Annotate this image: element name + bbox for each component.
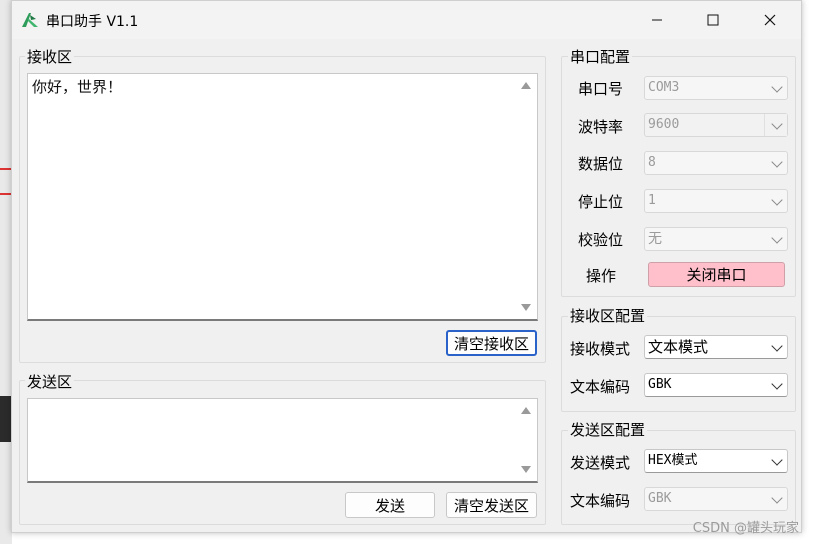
send-mode-value: HEX模式 [648,453,698,468]
chevron-down-icon [771,378,783,390]
app-window: 串口助手 V1.1 接收区 你好，世界！ 清空接收区 发送区 发送 清空发送区 … [11,0,802,533]
receive-mode-value: 文本模式 [648,338,709,356]
serial-config-title: 串口配置 [568,46,633,67]
receive-mode-select[interactable]: 文本模式 [644,335,788,359]
maximize-button[interactable] [690,1,736,39]
send-encoding-select[interactable]: GBK [644,487,788,511]
receive-config-title: 接收区配置 [568,305,648,326]
databits-select[interactable]: 8 [644,151,788,175]
port-select[interactable]: COM3 [644,76,788,100]
send-config-title: 发送区配置 [568,419,648,440]
receive-encoding-label: 文本编码 [570,378,631,396]
baud-value: 9600 [648,117,680,132]
send-button[interactable]: 发送 [345,492,435,518]
receive-config-group [561,316,796,412]
send-group-title: 发送区 [25,371,75,392]
close-port-button[interactable]: 关闭串口 [648,262,785,287]
receive-textarea[interactable]: 你好，世界！ [27,73,538,321]
baud-label: 波特率 [578,118,624,136]
chevron-down-icon [771,81,783,93]
clear-send-button[interactable]: 清空发送区 [446,492,537,518]
stopbits-value: 1 [648,193,656,208]
action-label: 操作 [586,267,617,285]
chevron-down-icon [771,194,783,206]
scroll-down-arrow-icon[interactable] [521,304,531,311]
port-label: 串口号 [578,80,624,98]
send-mode-select[interactable]: HEX模式 [644,449,788,473]
receive-text: 你好，世界！ [32,78,123,96]
title-bar[interactable]: 串口助手 V1.1 [12,1,801,39]
clear-receive-button[interactable]: 清空接收区 [446,330,537,356]
stopbits-select[interactable]: 1 [644,189,788,213]
window-title: 串口助手 V1.1 [46,14,139,30]
minimize-icon [652,19,662,21]
send-mode-label: 发送模式 [570,454,631,472]
databits-label: 数据位 [578,155,624,173]
receive-encoding-value: GBK [648,377,672,392]
send-encoding-label: 文本编码 [570,492,631,510]
chevron-down-icon [771,232,783,244]
receive-mode-label: 接收模式 [570,340,631,358]
scroll-up-arrow-icon[interactable] [521,407,531,414]
baud-select[interactable]: 9600 [644,113,788,137]
receive-group-title: 接收区 [25,46,75,67]
stopbits-label: 停止位 [578,193,624,211]
send-textarea[interactable] [27,398,538,483]
chevron-down-icon [771,340,783,352]
minimize-button[interactable] [634,1,680,39]
port-value: COM3 [648,80,680,95]
scroll-down-arrow-icon[interactable] [521,466,531,473]
watermark-text: CSDN @罐头玩家 [692,521,799,536]
parity-label: 校验位 [578,231,624,249]
receive-encoding-select[interactable]: GBK [644,373,788,397]
parity-select[interactable]: 无 [644,227,788,251]
scroll-up-arrow-icon[interactable] [521,82,531,89]
app-logo-icon [22,13,38,27]
send-encoding-value: GBK [648,491,672,506]
close-button[interactable] [747,1,793,39]
maximize-icon [707,14,719,26]
parity-value: 无 [648,231,662,247]
chevron-down-icon [771,454,783,466]
databits-value: 8 [648,155,656,170]
close-icon [764,14,776,26]
chevron-down-icon [771,156,783,168]
chevron-down-icon [771,492,783,504]
